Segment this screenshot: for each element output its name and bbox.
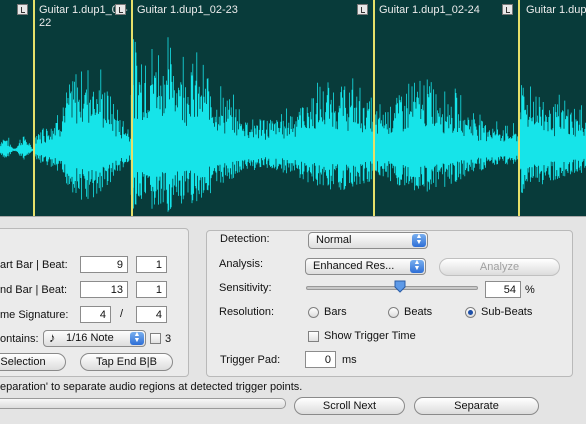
resolution-subbeats-radio[interactable]: [465, 307, 476, 318]
detection-label: Detection:: [220, 233, 270, 245]
resolution-bars-label: Bars: [324, 306, 347, 318]
resolution-bars-radio[interactable]: [308, 307, 319, 318]
popup-arrows-icon: ▲ ▼: [410, 259, 424, 273]
end-beat-field[interactable]: 1: [136, 281, 167, 298]
region-anchor-icon[interactable]: [357, 4, 368, 15]
ms-label: ms: [342, 354, 357, 366]
triplet-label: 3: [165, 333, 172, 345]
status-message: eparation' to separate audio regions at …: [0, 381, 303, 393]
region-anchor-icon[interactable]: [502, 4, 513, 15]
resolution-subbeats-label: Sub-Beats: [481, 306, 533, 318]
selection-button[interactable]: Selection: [0, 353, 66, 371]
resolution-label: Resolution:: [219, 306, 275, 318]
start-beat-field[interactable]: 1: [136, 256, 167, 273]
time-signature-numerator[interactable]: 4: [80, 306, 111, 323]
region-label: Guitar 1.dup1_02-23: [137, 4, 238, 16]
trigger-pad-label: Trigger Pad:: [220, 354, 281, 366]
region-boundary[interactable]: [131, 0, 133, 216]
end-bar-beat-label: nd Bar | Beat:: [0, 284, 68, 296]
region-label: Guitar 1.dup1_02-24: [379, 4, 480, 16]
percent-label: %: [525, 284, 535, 296]
analyze-button[interactable]: Analyze: [439, 258, 560, 276]
waveform-area[interactable]: Guitar 1.dup1_02-22 Guitar 1.dup1_02-23 …: [0, 0, 586, 216]
region-label: Guitar 1.dup1_: [526, 4, 586, 16]
waveform-path: [0, 37, 586, 212]
region-anchor-icon[interactable]: [17, 4, 28, 15]
sensitivity-slider-knob[interactable]: [394, 280, 406, 293]
region-boundary[interactable]: [373, 0, 375, 216]
analysis-value: Enhanced Res...: [313, 260, 395, 272]
tap-end-button[interactable]: Tap End B|B: [80, 353, 173, 371]
contains-label: ontains:: [0, 333, 39, 345]
waveform-graphic: [0, 37, 586, 212]
scroll-next-button[interactable]: Scroll Next: [294, 397, 405, 415]
triplet-checkbox[interactable]: [150, 333, 161, 344]
detection-popup[interactable]: Normal ▲ ▼: [308, 232, 428, 249]
trigger-pad-field[interactable]: 0: [305, 351, 336, 368]
popup-arrows-icon: ▲ ▼: [412, 233, 426, 247]
show-trigger-time-label: Show Trigger Time: [324, 330, 416, 342]
analysis-label: Analysis:: [219, 258, 264, 270]
note-value-popup[interactable]: ♪ 1/16 Note ▲ ▼: [43, 330, 146, 347]
note-value-text: 1/16 Note: [66, 332, 114, 344]
show-trigger-time-checkbox[interactable]: [308, 331, 319, 342]
region-boundary[interactable]: [518, 0, 520, 216]
time-signature-label: me Signature:: [0, 309, 69, 321]
resolution-beats-label: Beats: [404, 306, 433, 318]
sensitivity-label: Sensitivity:: [219, 282, 272, 294]
region-anchor-icon[interactable]: [115, 4, 126, 15]
detection-value: Normal: [316, 234, 352, 246]
separate-button[interactable]: Separate: [414, 397, 539, 415]
time-signature-separator: /: [120, 308, 124, 320]
region-boundary[interactable]: [33, 0, 35, 216]
popup-arrows-icon: ▲ ▼: [130, 331, 144, 345]
resolution-beats-radio[interactable]: [388, 307, 399, 318]
eighth-note-icon: ♪: [49, 330, 56, 345]
sensitivity-field[interactable]: 54: [485, 281, 521, 298]
sensitivity-slider-track[interactable]: [306, 286, 478, 290]
start-bar-beat-label: art Bar | Beat:: [0, 259, 68, 271]
time-signature-denominator[interactable]: 4: [136, 306, 167, 323]
analysis-popup[interactable]: Enhanced Res... ▲ ▼: [305, 258, 426, 275]
start-bar-field[interactable]: 9: [80, 256, 128, 273]
end-bar-field[interactable]: 13: [80, 281, 128, 298]
progress-bar: [0, 398, 286, 409]
